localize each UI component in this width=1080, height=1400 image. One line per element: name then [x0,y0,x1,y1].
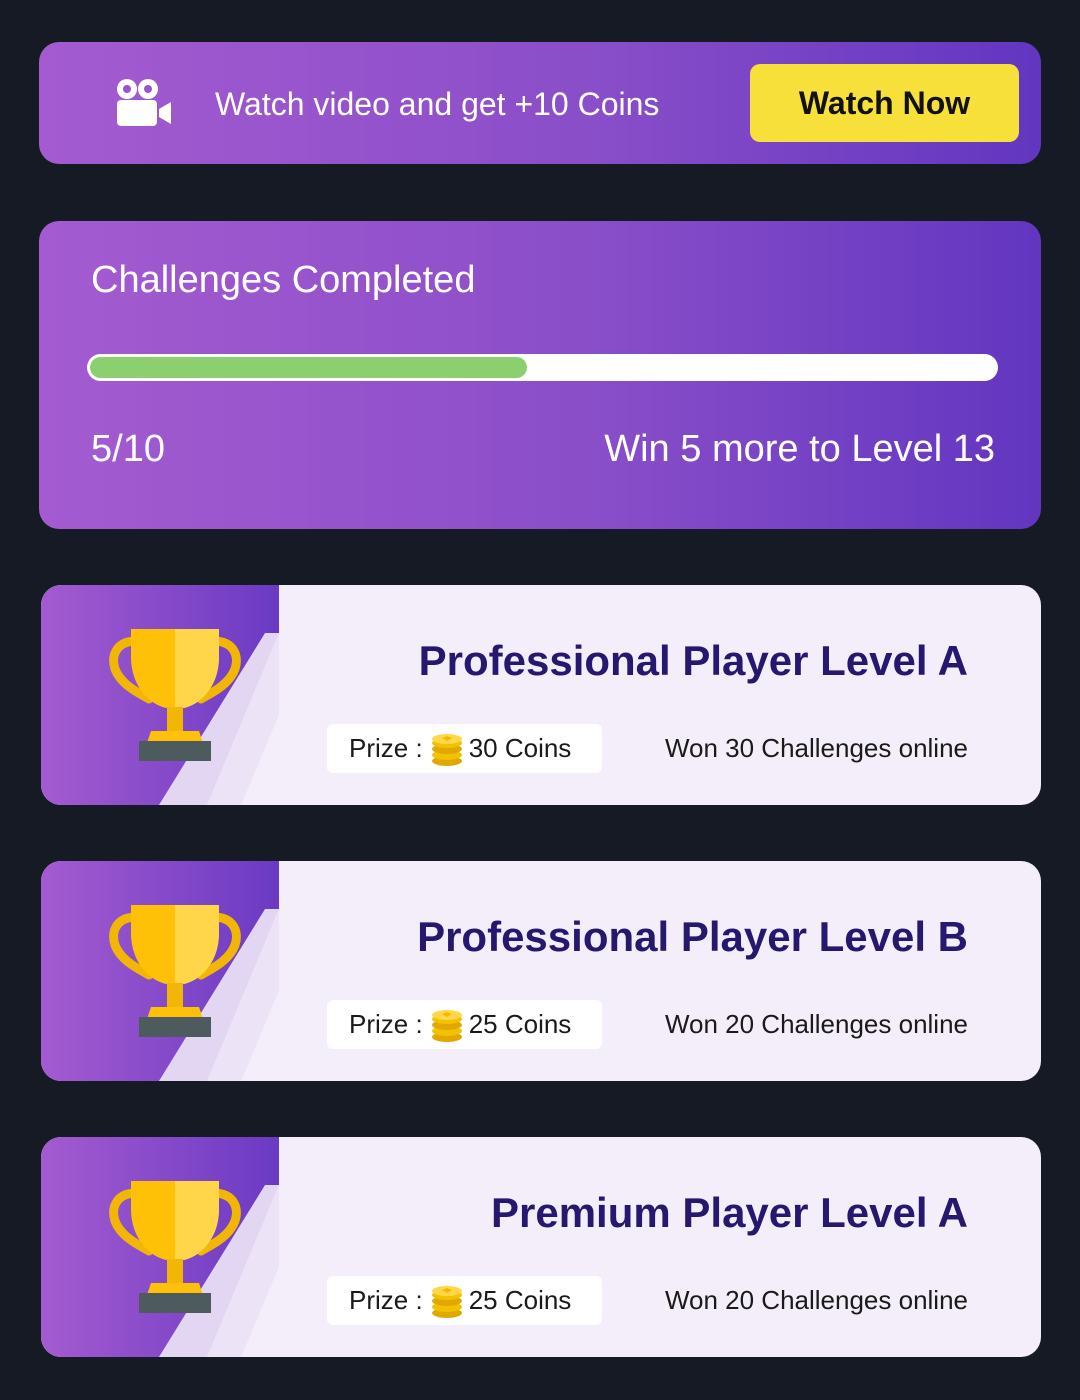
prize-amount: 25 Coins [468,1285,572,1315]
level-requirement: Won 20 Challenges online [664,1009,968,1039]
prize-label: Prize : [349,1285,423,1315]
level-requirement: Won 20 Challenges online [664,1285,968,1315]
prize-badge: Prize : 25 Coins [327,1000,602,1049]
progress-bar-fill [90,357,527,378]
trophy-icon [109,905,241,1037]
watch-video-banner: Watch video and get +10 Coins Watch Now [39,42,1041,164]
level-requirement: Won 30 Challenges online [664,733,968,763]
prize-label: Prize : [349,1009,423,1039]
level-card-premium-a[interactable]: Premium Player Level A Prize : 25 Coins … [41,1137,1041,1357]
progress-bar [87,354,998,381]
challenges-progress-card: Challenges Completed 5/10 Win 5 more to … [39,221,1041,529]
level-card-professional-b[interactable]: Professional Player Level B Prize : 25 C… [41,861,1041,1081]
trophy-icon [109,629,241,761]
level-title: Premium Player Level A [490,1189,968,1236]
prize-badge: Prize : 30 Coins [327,724,602,773]
progress-title: Challenges Completed [91,259,476,301]
prize-amount: 25 Coins [468,1009,572,1039]
level-card-professional-a[interactable]: Professional Player Level A Prize : 30 C… [41,585,1041,805]
progress-count: 5/10 [91,428,165,470]
prize-amount: 30 Coins [468,733,572,763]
coin-stack-icon [431,733,462,766]
level-title: Professional Player Level B [417,913,968,960]
coin-stack-icon [431,1285,462,1318]
progress-next-level-text: Win 5 more to Level 13 [604,428,995,470]
coin-stack-icon [431,1009,462,1042]
prize-label: Prize : [349,733,423,763]
prize-badge: Prize : 25 Coins [327,1276,602,1325]
watch-video-text: Watch video and get +10 Coins [215,86,660,122]
video-camera-icon [117,79,171,126]
level-title: Professional Player Level A [418,637,968,684]
watch-now-button[interactable]: Watch Now [750,64,1019,142]
trophy-icon [109,1181,241,1313]
